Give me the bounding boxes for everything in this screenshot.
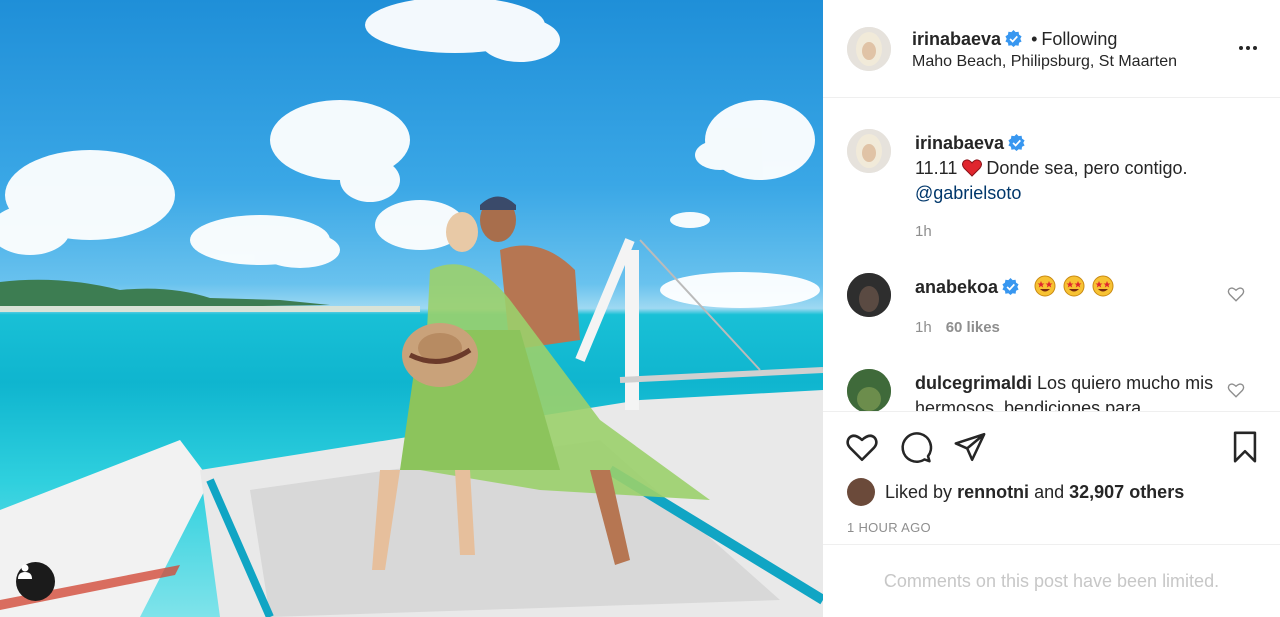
post-header: irinabaeva • Following Maho Beach, Philip… bbox=[823, 0, 1280, 98]
caption-mention-link[interactable]: @gabrielsoto bbox=[915, 183, 1021, 203]
post-photo[interactable] bbox=[0, 0, 823, 617]
commenter-avatar[interactable] bbox=[847, 369, 891, 411]
comment-like-heart-icon[interactable] bbox=[1227, 381, 1245, 399]
avatar-image bbox=[847, 129, 891, 173]
comment-username[interactable]: dulcegrimaldi bbox=[915, 373, 1032, 393]
post-actions: Liked by rennotni and 32,907 others 1 HO… bbox=[823, 411, 1280, 544]
separator-dot: • bbox=[1031, 29, 1038, 49]
likes-summary: Liked by rennotni and 32,907 others bbox=[847, 478, 1184, 506]
following-button[interactable]: Following bbox=[1041, 29, 1117, 49]
verified-icon bbox=[1008, 134, 1025, 151]
more-icon-dot bbox=[1246, 46, 1250, 50]
comment-item: anabekoa bbox=[915, 275, 1114, 298]
comment-time[interactable]: 1h bbox=[915, 319, 932, 336]
comments-section[interactable]: irinabaeva 11.11 Donde sea, pero contigo… bbox=[823, 99, 1280, 411]
post-timestamp[interactable]: 1 HOUR AGO bbox=[847, 520, 931, 535]
caption-username[interactable]: irinabaeva bbox=[915, 133, 1004, 153]
verified-icon bbox=[1005, 30, 1022, 47]
liker-avatar[interactable] bbox=[847, 478, 875, 506]
likes-prefix: Liked by bbox=[885, 481, 953, 502]
comment-likes[interactable]: 60 likes bbox=[946, 319, 1000, 336]
star-struck-emoji-icon bbox=[1092, 275, 1114, 297]
comments-limited-notice: Comments on this post have been limited. bbox=[823, 544, 1280, 617]
commenter-avatar[interactable] bbox=[847, 273, 891, 317]
user-tag-icon bbox=[18, 564, 32, 579]
caption-author-avatar[interactable] bbox=[847, 129, 891, 173]
comment-icon[interactable] bbox=[899, 430, 933, 464]
comment-username[interactable]: anabekoa bbox=[915, 277, 998, 297]
avatar-image bbox=[847, 27, 891, 71]
star-struck-emoji-icon bbox=[1063, 275, 1085, 297]
bookmark-icon[interactable] bbox=[1228, 430, 1262, 464]
avatar-image bbox=[847, 369, 891, 411]
post-details-panel: irinabaeva • Following Maho Beach, Philip… bbox=[823, 0, 1280, 617]
more-icon bbox=[1239, 46, 1243, 50]
more-icon-dot bbox=[1253, 46, 1257, 50]
likes-count-button[interactable]: 32,907 others bbox=[1069, 482, 1184, 503]
avatar-image bbox=[847, 273, 891, 317]
likes-joiner: and bbox=[1034, 481, 1065, 502]
caption-text: Donde sea, pero contigo. bbox=[986, 158, 1188, 178]
caption-date: 11.11 bbox=[915, 158, 958, 178]
author-line: irinabaeva • Following bbox=[912, 29, 1117, 50]
share-icon[interactable] bbox=[953, 430, 987, 464]
comment-meta: 1h 60 likes bbox=[915, 319, 1000, 336]
author-username[interactable]: irinabaeva bbox=[912, 29, 1001, 49]
user-tag-button[interactable] bbox=[16, 562, 55, 601]
author-avatar[interactable] bbox=[847, 27, 891, 71]
star-struck-emoji-icon bbox=[1034, 275, 1056, 297]
post-location[interactable]: Maho Beach, Philipsburg, St Maarten bbox=[912, 53, 1177, 71]
comment-like-heart-icon[interactable] bbox=[1227, 285, 1245, 303]
verified-icon bbox=[1002, 278, 1019, 295]
photo-scene bbox=[0, 0, 823, 617]
comment-item: dulcegrimaldi Los quiero mucho mis hermo… bbox=[915, 371, 1215, 411]
caption-time[interactable]: 1h bbox=[915, 223, 932, 240]
heart-icon[interactable] bbox=[845, 430, 879, 464]
more-options-button[interactable] bbox=[1233, 38, 1263, 58]
liker-username[interactable]: rennotni bbox=[957, 482, 1029, 503]
post-caption: irinabaeva 11.11 Donde sea, pero contigo… bbox=[915, 131, 1255, 206]
red-heart-emoji-icon bbox=[962, 159, 983, 177]
